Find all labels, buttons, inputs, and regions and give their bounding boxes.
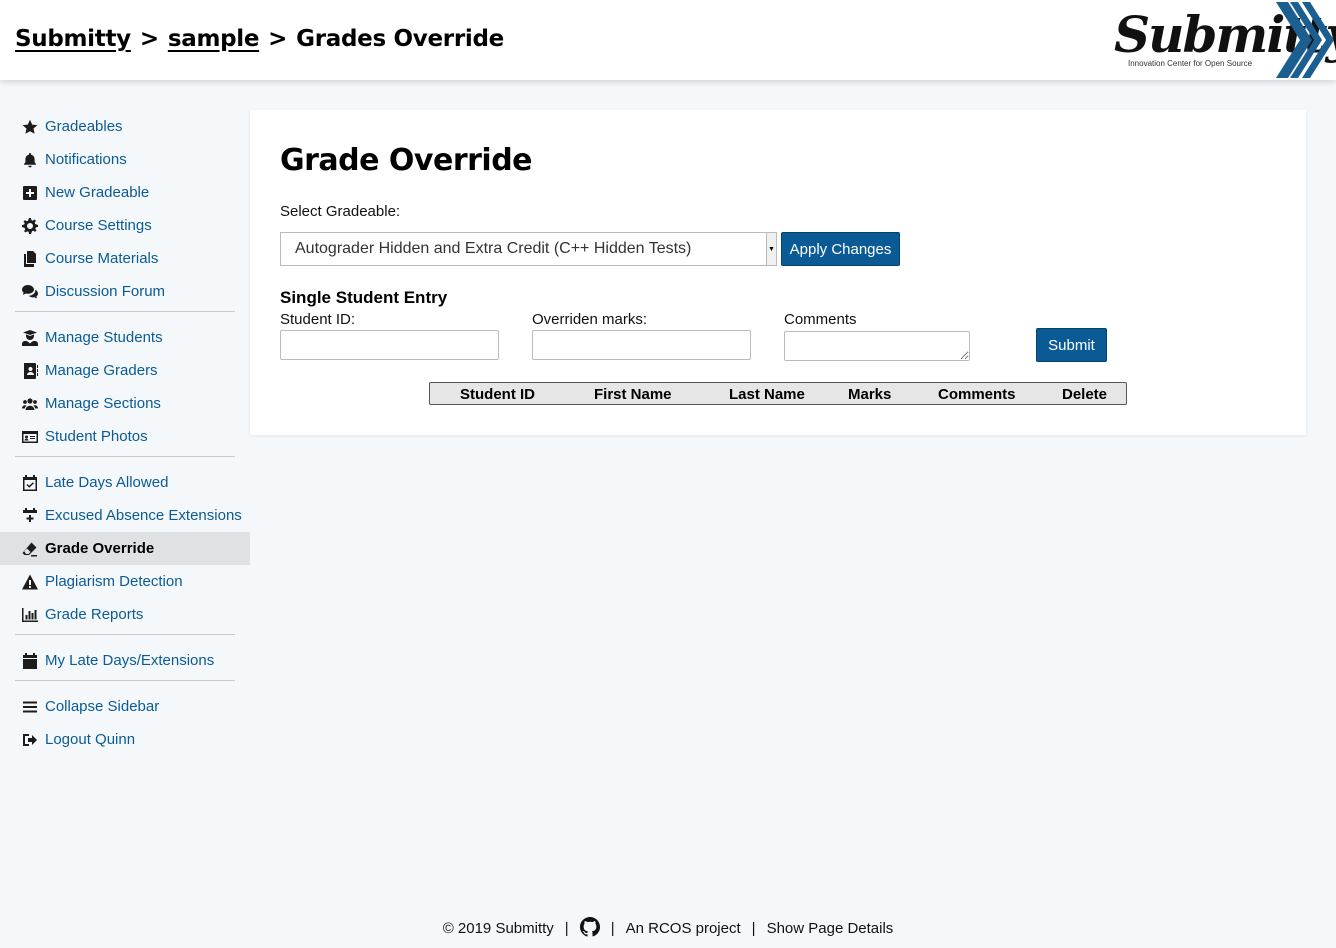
- calendar-check-icon: [21, 474, 39, 492]
- breadcrumb: Submitty > sample > Grades Override: [15, 26, 504, 52]
- overriden-marks-input[interactable]: [532, 330, 751, 360]
- sidebar-divider: [15, 311, 235, 312]
- single-student-entry-heading: Single Student Entry: [280, 288, 448, 307]
- sidebar-item-label: New Gradeable: [45, 184, 150, 201]
- logo-tagline: Innovation Center for Open Source: [1128, 59, 1253, 68]
- sidebar-item-label: Course Settings: [45, 217, 152, 234]
- breadcrumb-link-submitty[interactable]: Submitty: [15, 26, 131, 52]
- star-icon: [21, 118, 39, 136]
- sidebar-item-label: Plagiarism Detection: [45, 573, 183, 590]
- footer-separator: |: [564, 920, 569, 937]
- sidebar-item-label: Notifications: [45, 151, 127, 168]
- gradeable-select[interactable]: Autograder Hidden and Extra Credit (C++ …: [280, 232, 777, 266]
- sidebar-item-label: Grade Reports: [45, 606, 144, 623]
- sidebar-item-label: Excused Absence Extensions: [45, 507, 242, 524]
- bell-icon: [21, 151, 39, 169]
- sidebar-item-label: Grade Override: [45, 540, 155, 557]
- column-header-delete: Delete: [1062, 386, 1108, 403]
- sidebar-item-label: Manage Graders: [45, 362, 158, 379]
- sidebar-item-excused-absence-extensions[interactable]: Excused Absence Extensions: [0, 499, 250, 532]
- sidebar-item-new-gradeable[interactable]: New Gradeable: [0, 176, 250, 209]
- student-id-input[interactable]: [280, 330, 499, 360]
- github-icon[interactable]: [579, 917, 600, 937]
- sidebar-item-late-days-allowed[interactable]: Late Days Allowed: [0, 466, 250, 499]
- sidebar-item-logout[interactable]: Logout Quinn: [0, 723, 250, 756]
- comments-textarea[interactable]: [784, 331, 970, 361]
- sidebar-item-student-photos[interactable]: Student Photos: [0, 420, 250, 453]
- calendar-plus-icon: [21, 507, 39, 525]
- rcos-link[interactable]: An RCOS project: [626, 920, 741, 937]
- sidebar-divider: [15, 456, 235, 457]
- users-icon: [21, 395, 39, 413]
- sidebar-item-label: Gradeables: [45, 118, 123, 135]
- overriden-marks-label: Overriden marks:: [532, 311, 648, 328]
- select-arrow-icon: ▼: [766, 233, 776, 265]
- bars-icon: [21, 698, 39, 716]
- sidebar-item-discussion-forum[interactable]: Discussion Forum: [0, 275, 250, 308]
- submit-button[interactable]: Submit: [1036, 328, 1107, 362]
- sidebar-item-label: Manage Students: [45, 329, 163, 346]
- show-page-details-link[interactable]: Show Page Details: [767, 920, 894, 937]
- column-header-marks: Marks: [848, 386, 892, 403]
- sidebar-item-course-settings[interactable]: Course Settings: [0, 209, 250, 242]
- sidebar-item-label: Collapse Sidebar: [45, 698, 160, 715]
- sidebar-item-label: Course Materials: [45, 250, 159, 267]
- breadcrumb-current: Grades Override: [296, 26, 504, 52]
- sidebar-item-collapse-sidebar[interactable]: Collapse Sidebar: [0, 690, 250, 723]
- sidebar-item-label: My Late Days/Extensions: [45, 652, 215, 669]
- column-header-student-id: Student ID: [460, 386, 535, 403]
- sidebar-item-course-materials[interactable]: Course Materials: [0, 242, 250, 275]
- user-graduate-icon: [21, 329, 39, 347]
- sidebar-item-grade-reports[interactable]: Grade Reports: [0, 598, 250, 631]
- breadcrumb-link-sample[interactable]: sample: [168, 26, 260, 52]
- sidebar-item-plagiarism-detection[interactable]: Plagiarism Detection: [0, 565, 250, 598]
- apply-changes-button[interactable]: Apply Changes: [781, 232, 900, 266]
- warning-icon: [21, 573, 39, 591]
- comments-label: Comments: [784, 311, 857, 328]
- gradeable-select-value: Autograder Hidden and Extra Credit (C++ …: [295, 240, 692, 257]
- grade-override-panel: Grade Override Select Gradeable: Autogra…: [250, 110, 1306, 435]
- id-card-icon: [21, 428, 39, 446]
- sidebar-item-manage-graders[interactable]: Manage Graders: [0, 354, 250, 387]
- sign-out-icon: [21, 731, 39, 749]
- sidebar-item-grade-override[interactable]: Grade Override: [0, 532, 250, 565]
- sidebar-item-label: Late Days Allowed: [45, 474, 169, 491]
- sidebar-item-notifications[interactable]: Notifications: [0, 143, 250, 176]
- page-footer: © 2019 Submitty | | An RCOS project | Show Pa…: [0, 917, 1336, 937]
- column-header-first-name: First Name: [594, 386, 672, 403]
- column-header-last-name: Last Name: [729, 386, 805, 403]
- breadcrumb-separator: >: [268, 26, 288, 52]
- address-book-icon: [21, 362, 39, 380]
- footer-separator: |: [751, 920, 756, 937]
- sidebar-item-label: Manage Sections: [45, 395, 161, 412]
- breadcrumb-separator: >: [139, 26, 159, 52]
- sidebar-item-manage-students[interactable]: Manage Students: [0, 321, 250, 354]
- comments-icon: [21, 283, 39, 301]
- sidebar-item-label: Student Photos: [45, 428, 148, 445]
- sidebar-divider: [15, 634, 235, 635]
- sidebar-item-label: Discussion Forum: [45, 283, 166, 300]
- column-header-comments: Comments: [938, 386, 1016, 403]
- submitty-logo[interactable]: Submitty Innovation Center for Open Sour…: [1114, 0, 1336, 80]
- sidebar-divider: [15, 680, 235, 681]
- student-id-label: Student ID:: [280, 311, 356, 328]
- select-gradeable-label: Select Gradeable:: [280, 203, 401, 220]
- chart-bar-icon: [21, 606, 39, 624]
- calendar-icon: [21, 652, 39, 670]
- footer-copyright: © 2019 Submitty: [442, 920, 554, 937]
- top-header: Submitty > sample > Grades Override Submitty…: [0, 0, 1336, 80]
- sidebar-item-label: Logout Quinn: [45, 731, 136, 748]
- gear-icon: [21, 217, 39, 235]
- sidebar: Gradeables Notifications New Gradeable C…: [0, 110, 250, 756]
- plus-square-icon: [21, 184, 39, 202]
- page-title: Grade Override: [280, 143, 533, 178]
- eraser-icon: [21, 540, 39, 558]
- footer-separator: |: [610, 920, 615, 937]
- sidebar-item-my-late-days[interactable]: My Late Days/Extensions: [0, 644, 250, 677]
- overrides-table-header: Student ID First Name Last Name Marks Co…: [429, 382, 1127, 405]
- copy-icon: [21, 250, 39, 268]
- sidebar-item-gradeables[interactable]: Gradeables: [0, 110, 250, 143]
- sidebar-item-manage-sections[interactable]: Manage Sections: [0, 387, 250, 420]
